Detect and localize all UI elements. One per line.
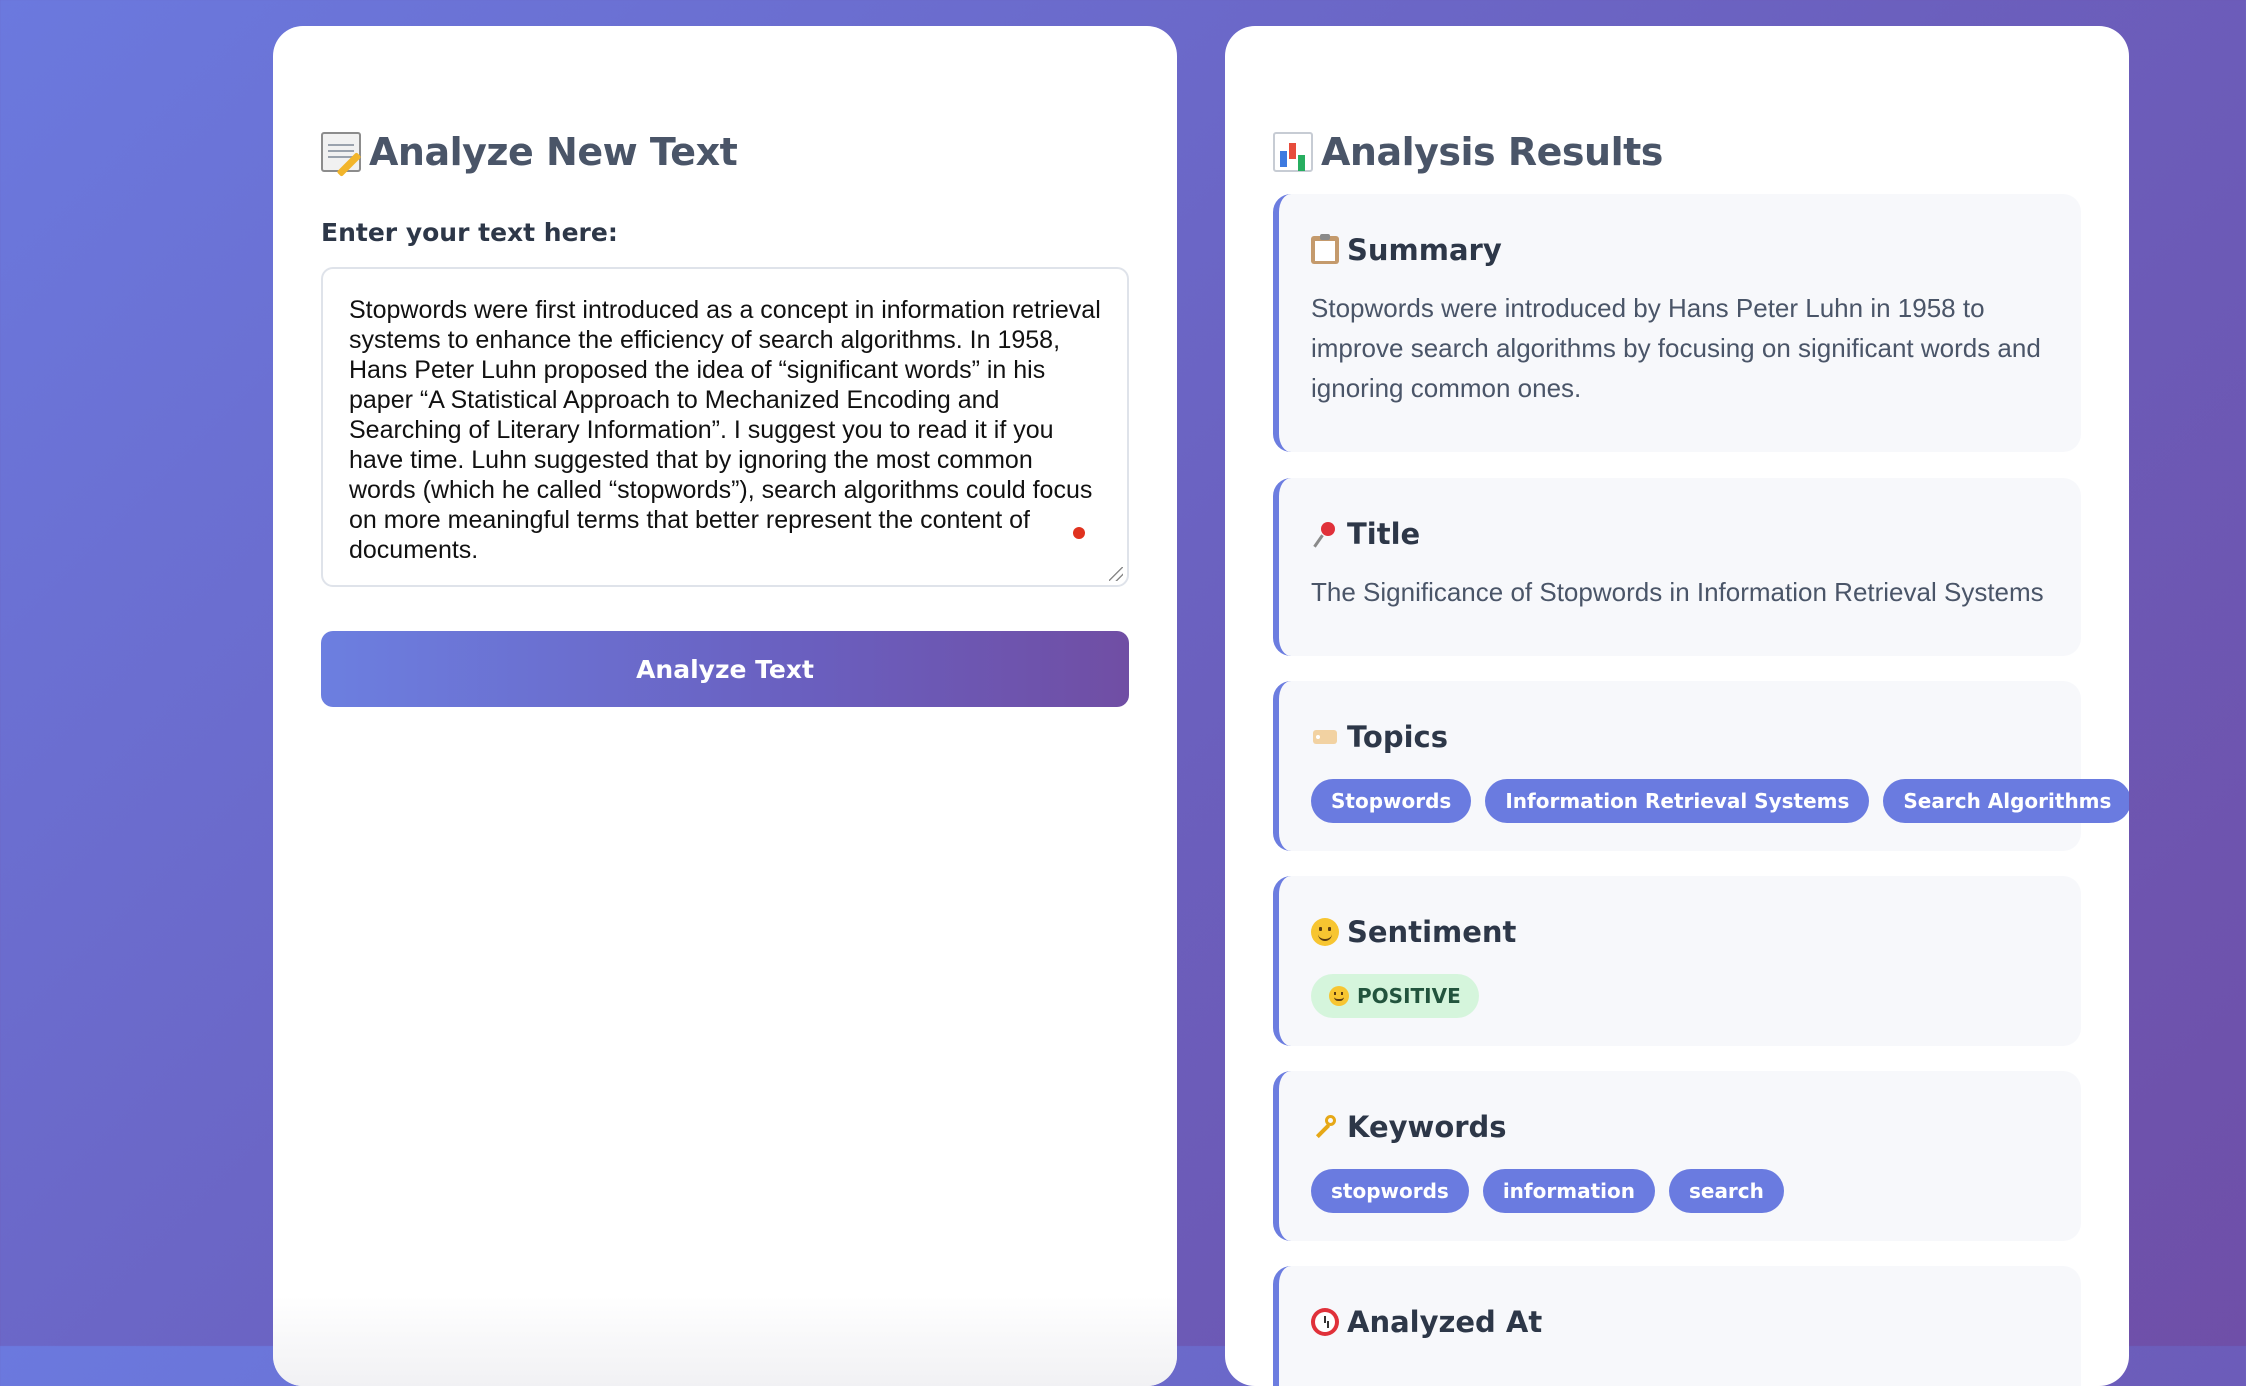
resize-handle-icon[interactable] — [1109, 567, 1123, 581]
results-panel-title-text: Analysis Results — [1321, 130, 1663, 174]
keyword-tag[interactable]: search — [1668, 1169, 1784, 1213]
analyze-panel-title: Analyze New Text — [321, 126, 1129, 178]
keywords-tag-list: stopwords information search — [1311, 1169, 2049, 1213]
key-icon — [1311, 1113, 1339, 1141]
smiley-icon — [1329, 986, 1349, 1006]
topics-heading-text: Topics — [1347, 720, 1449, 754]
clipboard-icon — [1311, 234, 1339, 264]
summary-text: Stopwords were introduced by Hans Peter … — [1311, 293, 2041, 403]
recording-indicator-icon — [1073, 527, 1085, 539]
sentiment-section: Sentiment POSITIVE — [1273, 876, 2081, 1046]
memo-icon — [321, 132, 361, 172]
keywords-section: Keywords stopwords information search — [1273, 1071, 2081, 1241]
results-panel: Analysis Results Summary Stopwords were … — [1225, 26, 2129, 1386]
text-input[interactable]: Stopwords were first introduced as a con… — [321, 267, 1129, 587]
keyword-tag[interactable]: stopwords — [1311, 1169, 1469, 1213]
generated-title-text: The Significance of Stopwords in Informa… — [1311, 577, 2044, 607]
analyzed-at-section: Analyzed At — [1273, 1266, 2081, 1386]
keywords-heading: Keywords — [1311, 1107, 2049, 1147]
sentiment-heading: Sentiment — [1311, 912, 2049, 952]
analyzed-at-heading: Analyzed At — [1311, 1302, 2049, 1342]
title-heading-text: Title — [1347, 517, 1421, 551]
label-tag-icon — [1311, 723, 1339, 751]
title-section: Title The Significance of Stopwords in I… — [1273, 478, 2081, 656]
keywords-heading-text: Keywords — [1347, 1110, 1507, 1144]
topics-tag-list: Stopwords Information Retrieval Systems … — [1311, 779, 2129, 823]
summary-heading: Summary — [1311, 230, 2049, 270]
sentiment-value: POSITIVE — [1357, 984, 1461, 1008]
topic-tag[interactable]: Information Retrieval Systems — [1485, 779, 1870, 823]
bar-chart-icon — [1273, 132, 1313, 172]
analyzed-at-heading-text: Analyzed At — [1347, 1305, 1543, 1339]
analyze-text-button[interactable]: Analyze Text — [321, 631, 1129, 707]
topic-tag[interactable]: Search Algorithms — [1883, 779, 2129, 823]
sentiment-heading-text: Sentiment — [1347, 915, 1517, 949]
topics-section: Topics Stopwords Information Retrieval S… — [1273, 681, 2129, 851]
summary-section: Summary Stopwords were introduced by Han… — [1273, 194, 2081, 452]
analyze-panel: Analyze New Text Enter your text here: S… — [273, 26, 1177, 1386]
sentiment-badge: POSITIVE — [1311, 974, 1479, 1018]
analyze-panel-title-text: Analyze New Text — [369, 130, 738, 174]
text-input-value[interactable]: Stopwords were first introduced as a con… — [349, 295, 1101, 565]
pushpin-icon — [1311, 520, 1339, 548]
topic-tag[interactable]: Stopwords — [1311, 779, 1472, 823]
text-input-label: Enter your text here: — [321, 218, 618, 247]
alarm-clock-icon — [1311, 1308, 1339, 1336]
results-panel-title: Analysis Results — [1273, 126, 2081, 178]
summary-heading-text: Summary — [1347, 233, 1502, 267]
keyword-tag[interactable]: information — [1482, 1169, 1655, 1213]
smiley-icon — [1311, 918, 1339, 946]
topics-heading: Topics — [1311, 717, 2049, 757]
title-heading: Title — [1311, 514, 2049, 554]
